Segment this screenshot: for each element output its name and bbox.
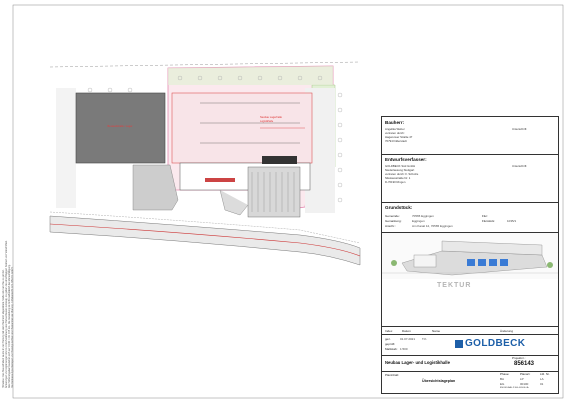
footer-value: BA (500, 377, 505, 381)
grundstueck-title: Grundstück: (385, 205, 413, 210)
rev-row-label: geprüft: (385, 342, 396, 346)
rev-header-index: Index (385, 329, 393, 333)
rev-header-date: Datum (402, 329, 411, 333)
building-rendering (382, 233, 558, 279)
company-logo-area: gez. 01.07.2021 T.K. geprüft: Maßstab: 1… (382, 335, 558, 356)
rendering-area (382, 233, 558, 279)
drawing-sheet: Hinweise: Das Bauvorhaben wurde in der P… (0, 0, 567, 401)
tektur-watermark: TEKTUR (437, 282, 472, 289)
rev-header-name: Name (432, 329, 441, 333)
plan-name: Übersichtslageplan (422, 379, 456, 383)
flurstueck-label: Flurstück: (482, 219, 496, 223)
existing-hall (75, 92, 166, 164)
rev-row-label: gez. (385, 337, 391, 341)
footer-value: 00100 (520, 382, 529, 386)
footer-value: 01 (540, 382, 544, 386)
flur-label: Flur: (482, 214, 488, 218)
footer-value: LA (540, 377, 544, 381)
section-grundstueck: Grundstück: Gemeinde: 70565 Eggingen Gem… (382, 203, 558, 233)
project-number-label: Projektnr.: (512, 356, 526, 360)
gemarkung-value: Eggingen (412, 219, 425, 223)
signature-label: Unterschrift: (512, 127, 528, 131)
gemeinde-label: Gemeinde: (385, 214, 400, 218)
rev-header: Index Datum Name Änderung (382, 327, 558, 335)
footer-code: 856143-BA-LP-EG-00100-LA (500, 387, 529, 389)
flurstueck-value: 1035/1 (507, 219, 517, 223)
plan-label: Planinhalt: (385, 373, 400, 377)
new-hall-note: Logistikhalle (260, 120, 274, 123)
gemarkung-label: Gemarkung: (385, 219, 402, 223)
gemeinde-value: 70565 Eggingen (412, 214, 434, 218)
section-bauherr: Bauherr: Angelika Weber vertreten durch:… (382, 117, 558, 155)
footer-header: Lfd. Nr. (540, 372, 550, 376)
footer-value: LP (520, 377, 524, 381)
footer-value: EG (500, 382, 505, 386)
footer-header: Planart: (520, 372, 531, 376)
anschrift-value: Am Kanal 12, 70565 Eggingen (412, 224, 453, 228)
entwurf-title: Entwurfsverfasser: (385, 157, 427, 162)
rev-header-change: Änderung (500, 329, 514, 333)
new-hall-label: Neubau Lagerhalle (260, 115, 282, 119)
plan-row: Planinhalt: Übersichtslageplan Phase: Pl… (382, 371, 558, 393)
bauherr-line: 70794 Filderstadt (385, 139, 407, 143)
rev-row-label: Maßstab: (385, 347, 398, 351)
rev-row-date: 01.07.2021 (400, 337, 416, 341)
tektur-area: TEKTUR (382, 279, 558, 327)
company-name: GOLDBECK (465, 338, 526, 349)
section-entwurf: Entwurfsverfasser: GOLDBECK Süd GmbH Nie… (382, 155, 558, 203)
bauherr-title: Bauherr: (385, 120, 405, 125)
rev-row-name: T.K. (422, 337, 428, 341)
project-row: Neubau Lager- und Logistikhalle Projektn… (382, 355, 558, 372)
project-title: Neubau Lager- und Logistikhalle (385, 360, 450, 365)
goldbeck-logo-icon (455, 340, 463, 348)
entwurf-line: D-70190 Ringen (385, 180, 406, 184)
title-block: Bauherr: Angelika Weber vertreten durch:… (381, 116, 559, 394)
existing-hall-label: Bestandshalle / Lager (107, 124, 132, 128)
rev-row-scale: 1:500 (400, 347, 408, 351)
project-number: 856143 (514, 361, 535, 367)
signature-label: Unterschrift: (512, 164, 528, 168)
footer-header: Phase: (500, 372, 510, 376)
anschrift-label: Anschr.: (385, 224, 396, 228)
